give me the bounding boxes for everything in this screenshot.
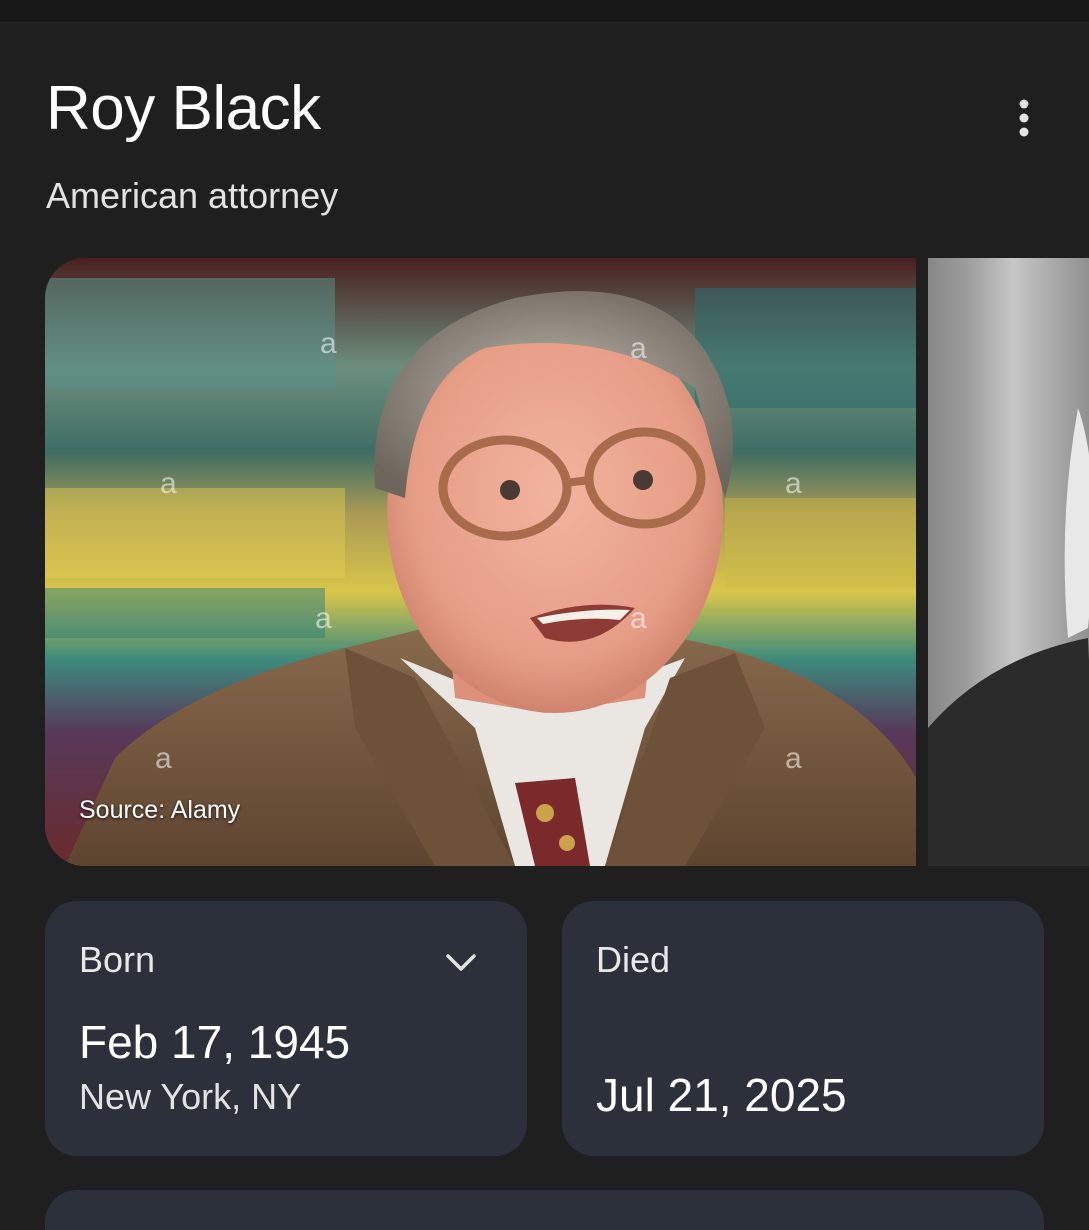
portrait-image: a a a a a a a a — [45, 258, 916, 866]
died-fact-card[interactable]: Died Jul 21, 2025 — [562, 901, 1044, 1156]
top-bar — [0, 0, 1089, 23]
image-carousel[interactable]: a a a a a a a a Source: Alamy — [45, 258, 1089, 866]
chevron-down-icon[interactable] — [443, 945, 479, 981]
watermark: a — [630, 332, 647, 365]
portrait-image — [928, 258, 1089, 866]
watermark: a — [315, 602, 332, 635]
died-date: Jul 21, 2025 — [596, 1069, 847, 1121]
watermark: a — [630, 602, 647, 635]
watermark: a — [320, 327, 337, 360]
died-label: Died — [596, 939, 671, 980]
image-source-label: Source: Alamy — [79, 796, 241, 824]
watermark: a — [155, 742, 172, 775]
knowledge-panel-subtitle: American attorney — [46, 175, 339, 216]
born-date: Feb 17, 1945 — [79, 1016, 351, 1068]
watermark: a — [160, 467, 177, 500]
born-fact-card[interactable]: Born Feb 17, 1945 New York, NY — [45, 901, 527, 1156]
watermark: a — [785, 467, 802, 500]
born-place: New York, NY — [79, 1076, 302, 1117]
born-label: Born — [79, 939, 156, 980]
watermark: a — [785, 742, 802, 775]
knowledge-panel-title: Roy Black — [46, 74, 321, 143]
next-card-peek — [45, 1190, 1044, 1230]
main-photo[interactable]: a a a a a a a a Source: Alamy — [45, 258, 916, 866]
more-vert-icon — [1019, 99, 1029, 137]
secondary-photo[interactable] — [928, 258, 1089, 866]
more-options-button[interactable] — [1002, 96, 1046, 140]
